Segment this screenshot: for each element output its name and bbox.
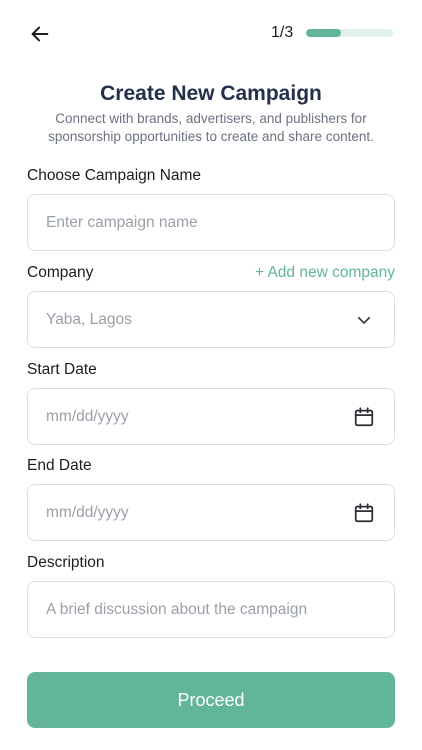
company-selected-value: Yaba, Lagos	[46, 310, 132, 328]
campaign-name-input[interactable]	[46, 213, 376, 232]
progress-bar-fill	[306, 29, 341, 37]
start-date-input[interactable]	[46, 407, 352, 426]
chevron-down-icon	[352, 308, 376, 332]
start-date-label: Start Date	[27, 361, 97, 378]
end-date-label: End Date	[27, 457, 92, 474]
step-indicator: 1/3	[271, 24, 294, 41]
description-input[interactable]	[46, 600, 376, 619]
calendar-icon[interactable]	[352, 405, 376, 429]
start-date-field[interactable]	[27, 388, 395, 445]
back-button[interactable]	[26, 20, 54, 48]
arrow-left-icon	[31, 26, 49, 42]
campaign-name-field[interactable]	[27, 194, 395, 251]
progress-bar	[306, 29, 393, 37]
description-label: Description	[27, 554, 105, 571]
calendar-icon[interactable]	[352, 501, 376, 525]
page-title: Create New Campaign	[100, 82, 322, 105]
page-subtitle: Connect with brands, advertisers, and pu…	[48, 111, 374, 144]
add-new-company-link[interactable]: + Add new company	[255, 264, 395, 282]
campaign-name-label: Choose Campaign Name	[27, 167, 202, 184]
top-bar: 1/3	[0, 0, 422, 66]
company-select[interactable]: Yaba, Lagos	[27, 291, 395, 348]
proceed-button[interactable]: Proceed	[27, 672, 395, 728]
end-date-field[interactable]	[27, 484, 395, 541]
end-date-input[interactable]	[46, 503, 352, 522]
description-field[interactable]	[27, 581, 395, 638]
company-label: Company	[27, 264, 94, 281]
